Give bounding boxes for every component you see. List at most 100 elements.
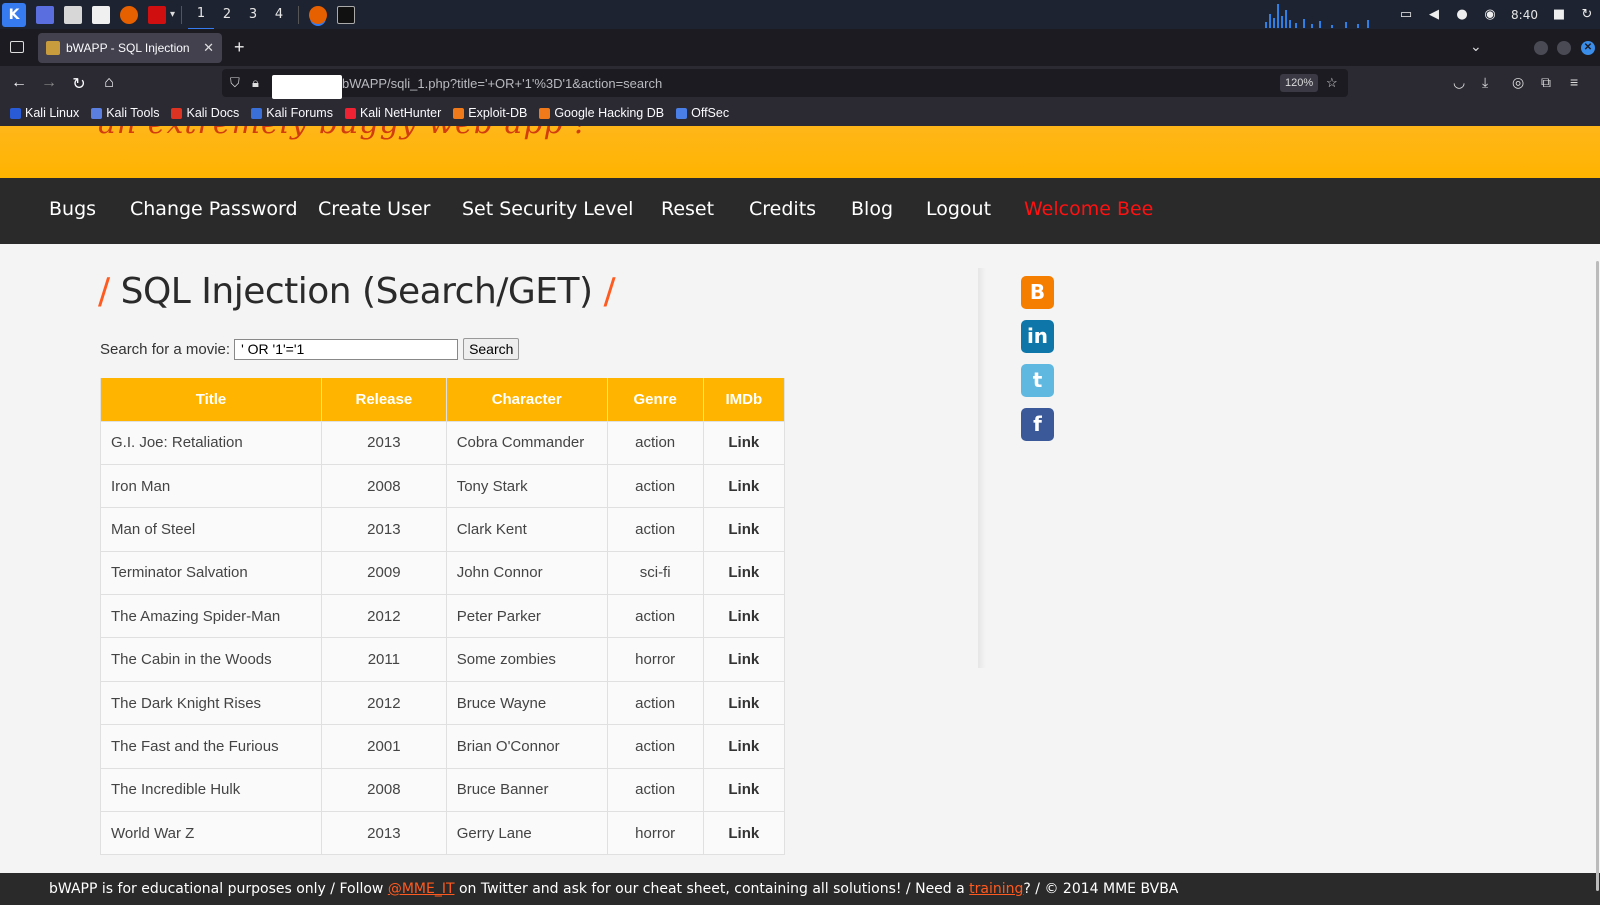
url-bar[interactable]: ⛉ 🔒︎ bWAPP/sqli_1.php?title='+OR+'1'%3D'… bbox=[222, 69, 1348, 99]
blogger-icon[interactable]: B bbox=[1021, 276, 1054, 309]
imdb-link[interactable]: Link bbox=[702, 463, 786, 509]
app-launcher-icon[interactable] bbox=[148, 5, 166, 24]
bookmark-exploit-db[interactable]: Exploit-DB bbox=[453, 106, 527, 120]
menu-logout[interactable]: Logout bbox=[926, 198, 991, 220]
firefox-launcher-icon[interactable] bbox=[120, 5, 138, 24]
account-icon[interactable]: ◎ bbox=[1512, 74, 1524, 91]
back-arrow-icon[interactable]: ← bbox=[10, 74, 28, 92]
movie-character: Bruce Banner bbox=[445, 767, 608, 813]
firefox-window-icon[interactable] bbox=[309, 5, 328, 24]
tab-title: bWAPP - SQL Injection bbox=[66, 41, 190, 55]
training-link[interactable]: training bbox=[969, 881, 1023, 897]
file-manager-icon[interactable] bbox=[64, 5, 82, 24]
menu-bugs[interactable]: Bugs bbox=[49, 198, 96, 220]
movie-character: Some zombies bbox=[445, 637, 608, 682]
extensions-icon[interactable]: ⧉ bbox=[1541, 74, 1551, 91]
bookmark-star-icon[interactable]: ☆ bbox=[1326, 75, 1338, 91]
movie-genre: action bbox=[606, 507, 704, 552]
menu-create-user[interactable]: Create User bbox=[318, 198, 430, 220]
menu-hamburger-icon[interactable]: ≡ bbox=[1570, 74, 1578, 90]
menu-set-security-level[interactable]: Set Security Level bbox=[462, 198, 633, 220]
imdb-link[interactable]: Link bbox=[702, 594, 786, 639]
facebook-icon[interactable]: f bbox=[1021, 408, 1054, 441]
movie-character: Gerry Lane bbox=[445, 811, 608, 856]
notification-bell-icon[interactable]: ● bbox=[1455, 7, 1469, 22]
menu-blog[interactable]: Blog bbox=[851, 198, 893, 220]
url-text[interactable]: bWAPP/sqli_1.php?title='+OR+'1'%3D'1&act… bbox=[342, 76, 662, 91]
twitter-link[interactable]: @MME_IT bbox=[388, 881, 455, 897]
display-icon[interactable]: ▭ bbox=[1399, 7, 1413, 22]
linkedin-icon[interactable]: in bbox=[1021, 320, 1054, 353]
imdb-link[interactable]: Link bbox=[702, 550, 786, 596]
home-icon[interactable]: ⌂ bbox=[100, 74, 118, 92]
imdb-link[interactable]: Link bbox=[702, 507, 786, 552]
text-editor-icon[interactable] bbox=[92, 5, 110, 24]
bwapp-favicon-icon bbox=[46, 41, 60, 55]
forward-arrow-icon[interactable]: → bbox=[40, 74, 58, 92]
kali-menu-icon[interactable]: K bbox=[2, 2, 26, 27]
header-tagline: an extremely buggy web app ! bbox=[98, 126, 587, 141]
menu-welcome: Welcome Bee bbox=[1024, 198, 1154, 220]
downloads-icon[interactable]: ⤓ bbox=[1482, 74, 1488, 91]
new-tab-icon[interactable]: + bbox=[234, 37, 245, 58]
imdb-link[interactable]: Link bbox=[702, 767, 786, 813]
maximize-button[interactable] bbox=[1557, 41, 1571, 55]
terminal-window-icon[interactable] bbox=[337, 5, 356, 24]
workspace-1[interactable]: 1 bbox=[188, 0, 215, 30]
page-footer: bWAPP is for educational purposes only /… bbox=[0, 873, 1600, 905]
movie-genre: action bbox=[606, 463, 704, 509]
desktop-icon[interactable] bbox=[36, 5, 54, 24]
movie-genre: horror bbox=[606, 637, 704, 682]
power-icon[interactable]: ↻ bbox=[1580, 7, 1594, 22]
bookmark-google-hacking-db[interactable]: Google Hacking DB bbox=[539, 106, 664, 120]
search-input[interactable] bbox=[234, 338, 459, 360]
menu-change-password[interactable]: Change Password bbox=[130, 198, 298, 220]
shield-icon[interactable]: ⛉ bbox=[230, 75, 240, 91]
table-header-row: Title Release Character Genre IMDb bbox=[100, 378, 786, 422]
search-button[interactable]: Search bbox=[463, 338, 520, 360]
bookmark-kali-forums[interactable]: Kali Forums bbox=[251, 106, 333, 120]
movie-genre: action bbox=[606, 420, 704, 465]
reload-icon[interactable]: ↻ bbox=[70, 74, 88, 94]
close-window-button[interactable]: ✕ bbox=[1581, 41, 1595, 55]
imdb-link[interactable]: Link bbox=[702, 420, 786, 465]
twitter-icon[interactable]: t bbox=[1021, 364, 1054, 397]
imdb-link[interactable]: Link bbox=[702, 680, 786, 726]
workspace-3[interactable]: 3 bbox=[240, 0, 266, 29]
power-status-icon[interactable]: ◉ bbox=[1483, 7, 1497, 22]
bookmark-kali-tools[interactable]: Kali Tools bbox=[91, 106, 159, 120]
workspace-4[interactable]: 4 bbox=[266, 0, 292, 29]
imdb-link[interactable]: Link bbox=[702, 811, 786, 856]
redacted-host bbox=[272, 75, 342, 99]
movie-title: The Dark Knight Rises bbox=[100, 680, 322, 726]
kali-dragon-icon bbox=[10, 107, 21, 119]
lock-icon[interactable]: ■ bbox=[1552, 7, 1566, 22]
tab-overview-icon[interactable] bbox=[10, 41, 24, 53]
browser-tab[interactable]: bWAPP - SQL Injection ✕ bbox=[38, 33, 222, 63]
list-tabs-chevron-icon[interactable]: ⌄ bbox=[1470, 38, 1482, 55]
movie-release: 2013 bbox=[321, 507, 447, 552]
clock[interactable]: 8:40 bbox=[1511, 8, 1538, 22]
menu-reset[interactable]: Reset bbox=[661, 198, 714, 220]
volume-icon[interactable]: ◀ bbox=[1427, 7, 1441, 22]
workspace-2[interactable]: 2 bbox=[214, 0, 240, 29]
movie-character: Clark Kent bbox=[445, 507, 608, 552]
zoom-level[interactable]: 120% bbox=[1280, 74, 1319, 92]
page-scrollbar[interactable] bbox=[1596, 261, 1599, 891]
minimize-button[interactable] bbox=[1534, 41, 1548, 55]
chevron-down-icon[interactable]: ▾ bbox=[170, 9, 175, 20]
bookmark-kali-linux[interactable]: Kali Linux bbox=[10, 106, 79, 120]
bookmark-kali-docs[interactable]: Kali Docs bbox=[171, 106, 239, 120]
kali-tools-icon bbox=[91, 107, 103, 119]
lock-icon[interactable]: 🔒︎ bbox=[252, 75, 259, 91]
close-tab-icon[interactable]: ✕ bbox=[203, 40, 214, 56]
pocket-icon[interactable]: ◡ bbox=[1453, 74, 1465, 91]
movie-title: Iron Man bbox=[100, 463, 322, 509]
menu-credits[interactable]: Credits bbox=[749, 198, 816, 220]
bookmark-kali-nethunter[interactable]: Kali NetHunter bbox=[344, 106, 441, 120]
col-title: Title bbox=[100, 378, 322, 422]
imdb-link[interactable]: Link bbox=[702, 637, 786, 682]
bookmark-offsec[interactable]: OffSec bbox=[676, 106, 729, 120]
ghdb-icon bbox=[539, 107, 551, 119]
imdb-link[interactable]: Link bbox=[702, 724, 786, 769]
